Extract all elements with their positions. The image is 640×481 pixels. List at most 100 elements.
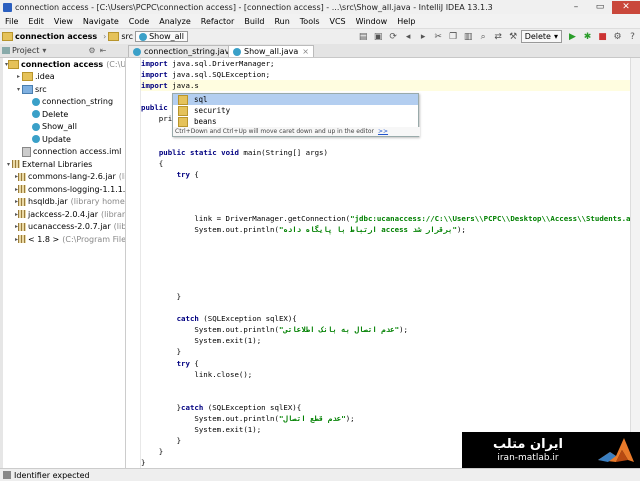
settings-icon[interactable]: ⚙ xyxy=(611,31,624,43)
menu-help[interactable]: Help xyxy=(392,17,420,26)
menu-window[interactable]: Window xyxy=(351,17,393,26)
menu-tools[interactable]: Tools xyxy=(295,17,325,26)
tree-item[interactable]: Show_all xyxy=(3,121,125,134)
breadcrumb-project[interactable]: connection access xyxy=(0,32,99,41)
tree-item[interactable]: connection_string xyxy=(3,96,125,109)
settings-icon[interactable]: ⚙ xyxy=(88,46,95,55)
code-line[interactable]: catch (SQLException sqlEX){ xyxy=(141,313,630,324)
editor-tab-show-all[interactable]: Show_all.java × xyxy=(228,45,314,57)
debug-icon[interactable]: ✱ xyxy=(581,31,594,43)
hide-panel-icon[interactable]: ⇤ xyxy=(100,46,107,55)
completion-item[interactable]: sql xyxy=(173,94,418,105)
status-message: Identifier expected xyxy=(14,470,90,480)
code-line[interactable]: try { xyxy=(141,169,630,180)
tree-item[interactable]: ▸ hsqldb.jar (library home) xyxy=(3,196,125,209)
back-icon[interactable]: ◂ xyxy=(402,31,415,43)
menu-build[interactable]: Build xyxy=(239,17,269,26)
tree-item[interactable]: ▸commons-lang-2.6.jar(library xyxy=(3,171,125,184)
code-line[interactable] xyxy=(141,269,630,280)
close-tab-icon[interactable]: × xyxy=(302,47,309,56)
code-line[interactable]: } xyxy=(141,291,630,302)
tree-item[interactable]: ▸ucanaccess-2.0.7.jar(library h xyxy=(3,221,125,234)
save-icon[interactable]: ▣ xyxy=(372,31,385,43)
main-toolbar: ▤ ▣ ⟳ ◂ ▸ ✂ ❐ ▥ ⌕ ⇄ ⚒ Delete ▾ ▶ ✱ ■ ⚙ ? xyxy=(356,30,640,43)
tree-item[interactable]: Update xyxy=(3,133,125,146)
tree-item[interactable]: ▾connection access(C:\Users\PCPC xyxy=(3,58,125,71)
menu-navigate[interactable]: Navigate xyxy=(78,17,124,26)
sync-icon[interactable]: ⟳ xyxy=(387,31,400,43)
help-icon[interactable]: ? xyxy=(626,31,639,43)
find-icon[interactable]: ⌕ xyxy=(477,31,490,43)
menu-analyze[interactable]: Analyze xyxy=(154,17,196,26)
completion-hint-link[interactable]: >> xyxy=(378,128,388,135)
code-line[interactable] xyxy=(141,236,630,247)
minimize-icon[interactable]: – xyxy=(564,1,588,14)
menu-edit[interactable]: Edit xyxy=(23,17,49,26)
code-line[interactable]: try { xyxy=(141,358,630,369)
completion-item-label: sql xyxy=(194,95,208,104)
menu-file[interactable]: File xyxy=(0,17,23,26)
menu-run[interactable]: Run xyxy=(269,17,294,26)
code-line[interactable]: public static void main(String[] args) xyxy=(141,147,630,158)
run-icon[interactable]: ▶ xyxy=(566,31,579,43)
breadcrumb-file[interactable]: Show_all xyxy=(135,31,188,42)
code-line[interactable]: import java.s xyxy=(141,80,630,92)
code-line[interactable]: System.exit(1); xyxy=(141,335,630,346)
code-line[interactable]: import java.sql.SQLException; xyxy=(141,69,630,80)
code-line[interactable]: { xyxy=(141,158,630,169)
code-line[interactable]: link.close(); xyxy=(141,369,630,380)
cut-icon[interactable]: ✂ xyxy=(432,31,445,43)
tree-item[interactable]: Delete xyxy=(3,108,125,121)
menu-refactor[interactable]: Refactor xyxy=(196,17,240,26)
code-line[interactable] xyxy=(141,136,630,147)
code-line[interactable] xyxy=(141,258,630,269)
status-icon[interactable] xyxy=(3,471,11,479)
menu-vcs[interactable]: VCS xyxy=(325,17,351,26)
code-line[interactable] xyxy=(141,380,630,391)
completion-item[interactable]: beans xyxy=(173,116,418,127)
chevron-down-icon[interactable]: ▾ xyxy=(5,161,12,168)
code-line[interactable] xyxy=(141,202,630,213)
code-line[interactable] xyxy=(141,280,630,291)
chevron-right-icon: › xyxy=(103,32,107,41)
code-line[interactable] xyxy=(141,247,630,258)
replace-icon[interactable]: ⇄ xyxy=(492,31,505,43)
completion-item[interactable]: security xyxy=(173,105,418,116)
code-completion-popup[interactable]: sql security beans Ctrl+Down and Ctrl+Up… xyxy=(172,93,420,137)
run-configuration-select[interactable]: Delete ▾ xyxy=(520,30,562,43)
code-line[interactable] xyxy=(141,180,630,191)
library-icon xyxy=(12,160,20,169)
code-line[interactable] xyxy=(141,191,630,202)
window-title: connection access - [C:\Users\PCPC\conne… xyxy=(15,2,493,12)
breadcrumb-src[interactable]: › src xyxy=(99,32,135,41)
code-line[interactable] xyxy=(141,302,630,313)
tree-item[interactable]: connection access.iml xyxy=(3,146,125,159)
stop-icon[interactable]: ■ xyxy=(596,31,609,43)
tree-item[interactable]: ▸ .idea xyxy=(3,71,125,84)
open-icon[interactable]: ▤ xyxy=(357,31,370,43)
code-line[interactable]: } xyxy=(141,346,630,357)
tree-item[interactable]: ▸jackcess-2.0.4.jar(library home xyxy=(3,208,125,221)
code-line[interactable]: import java.sql.DriverManager; xyxy=(141,58,630,69)
copy-icon[interactable]: ❐ xyxy=(447,31,460,43)
code-line[interactable]: }catch (SQLException sqlEX){ xyxy=(141,402,630,413)
code-line[interactable]: System.out.println("عدم اتصال به بانک اط… xyxy=(141,324,630,335)
code-line[interactable]: System.out.println("عدم قطع اتصال"); xyxy=(141,413,630,424)
tree-item[interactable]: ▾ src xyxy=(3,83,125,96)
code-line[interactable]: System.out.println("ارتباط با پایگاه داد… xyxy=(141,224,630,235)
code-line[interactable]: link = DriverManager.getConnection("jdbc… xyxy=(141,213,630,224)
project-tool-window-tab[interactable]: Project ▾ ⚙ ⇤ xyxy=(2,45,106,56)
tree-item[interactable]: ▸commons-logging-1.1.1.jar( xyxy=(3,183,125,196)
menu-code[interactable]: Code xyxy=(124,17,154,26)
build-icon[interactable]: ⚒ xyxy=(507,31,520,43)
close-icon[interactable]: ✕ xyxy=(612,0,640,14)
forward-icon[interactable]: ▸ xyxy=(417,31,430,43)
chevron-down-icon[interactable]: ▾ xyxy=(15,86,22,93)
paste-icon[interactable]: ▥ xyxy=(462,31,475,43)
menu-view[interactable]: View xyxy=(49,17,78,26)
chevron-right-icon[interactable]: ▸ xyxy=(15,73,22,80)
tree-item[interactable]: ▾ External Libraries xyxy=(3,158,125,171)
maximize-icon[interactable]: ▭ xyxy=(588,1,612,14)
code-line[interactable] xyxy=(141,391,630,402)
tree-item[interactable]: ▸< 1.8 >(C:\Program Files\Jav xyxy=(3,233,125,246)
